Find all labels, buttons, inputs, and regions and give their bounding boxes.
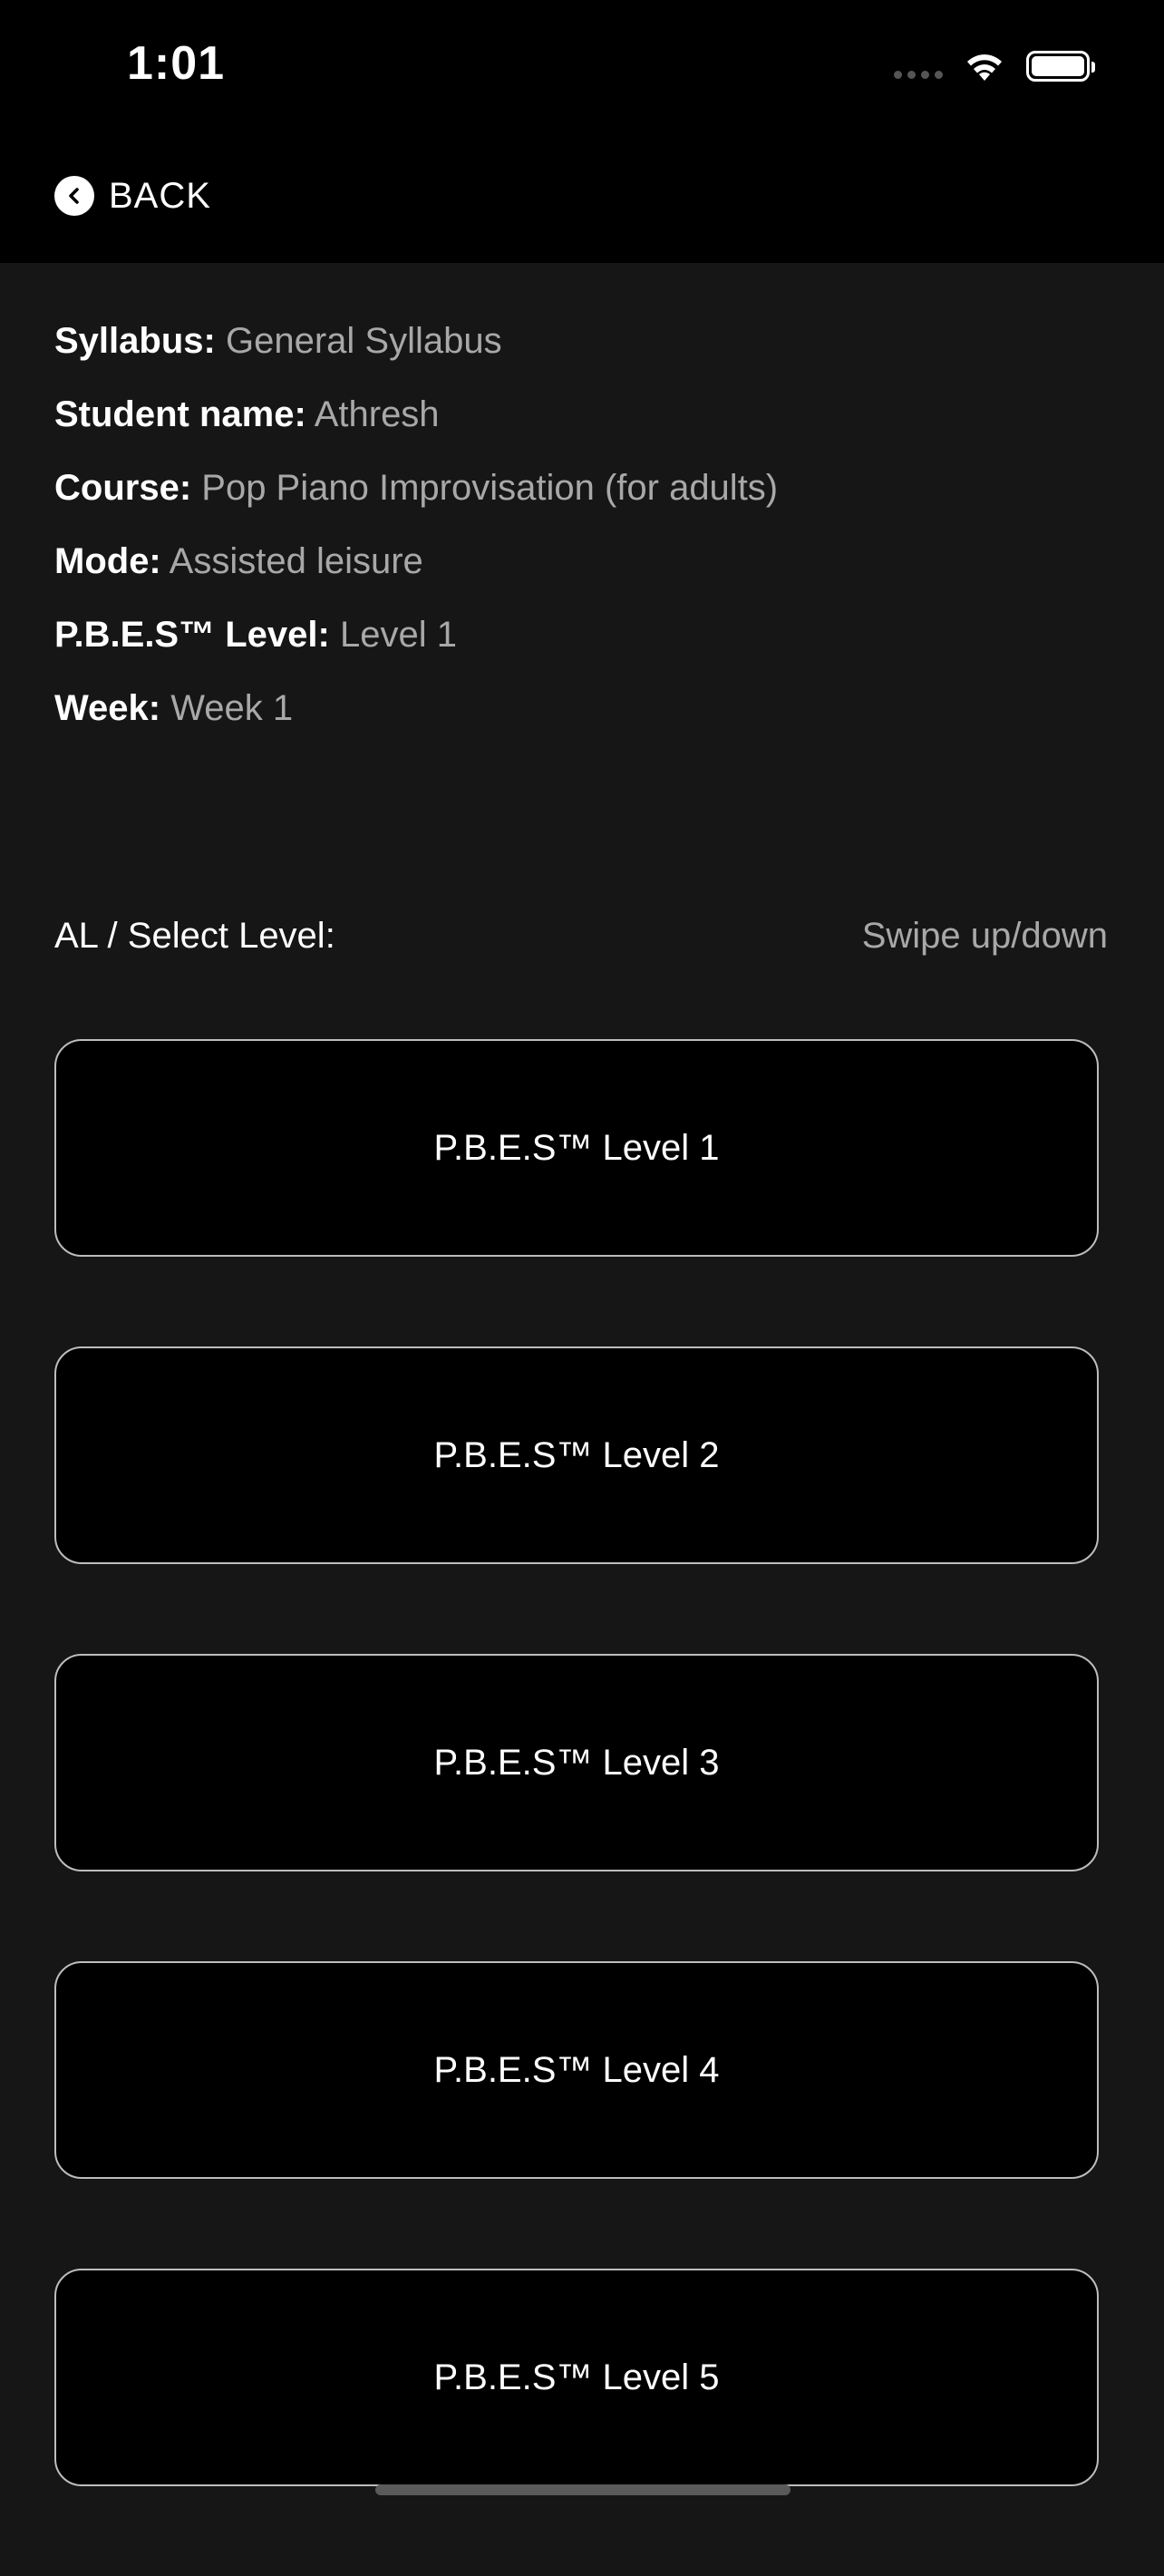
- signal-icon: [894, 70, 943, 79]
- info-key: P.B.E.S™ Level:: [54, 615, 330, 655]
- status-time: 1:01: [127, 37, 226, 90]
- info-value: Level 1: [339, 615, 457, 655]
- info-value: Pop Piano Improvisation (for adults): [201, 468, 779, 508]
- info-value: General Syllabus: [225, 321, 502, 361]
- session-info: Syllabus: General Syllabus Student name:…: [54, 308, 1106, 749]
- info-course: Course: Pop Piano Improvisation (for adu…: [54, 455, 1106, 529]
- info-value: Athresh: [314, 394, 440, 434]
- level-1-button[interactable]: P.B.E.S™ Level 1: [54, 1039, 1099, 1257]
- battery-icon: [1026, 51, 1095, 82]
- info-week: Week: Week 1: [54, 676, 1106, 749]
- wifi-icon: [967, 54, 1002, 81]
- swipe-hint: Swipe up/down: [861, 916, 1108, 956]
- level-3-button[interactable]: P.B.E.S™ Level 3: [54, 1654, 1099, 1871]
- top-bar: 1:01 BACK: [0, 0, 1164, 263]
- info-syllabus: Syllabus: General Syllabus: [54, 308, 1106, 382]
- info-key: Syllabus:: [54, 321, 216, 361]
- level-2-button[interactable]: P.B.E.S™ Level 2: [54, 1346, 1099, 1564]
- chevron-left-circle-icon: [54, 176, 94, 216]
- info-value: Week 1: [170, 688, 294, 728]
- select-level-header: AL / Select Level: Swipe up/down: [54, 916, 1108, 957]
- status-icons: [894, 44, 1095, 89]
- back-button[interactable]: BACK: [54, 170, 211, 221]
- level-4-button[interactable]: P.B.E.S™ Level 4: [54, 1961, 1099, 2179]
- info-key: Course:: [54, 468, 192, 508]
- select-level-label: AL / Select Level:: [54, 916, 335, 956]
- info-key: Week:: [54, 688, 161, 728]
- back-label: BACK: [109, 175, 211, 216]
- level-5-button[interactable]: P.B.E.S™ Level 5: [54, 2269, 1099, 2486]
- level-list[interactable]: P.B.E.S™ Level 1 P.B.E.S™ Level 2 P.B.E.…: [54, 1039, 1099, 2576]
- info-mode: Mode: Assisted leisure: [54, 529, 1106, 602]
- info-value: Assisted leisure: [169, 541, 423, 581]
- home-indicator[interactable]: [375, 2484, 791, 2495]
- info-key: Student name:: [54, 394, 306, 434]
- info-level: P.B.E.S™ Level: Level 1: [54, 602, 1106, 676]
- info-student-name: Student name: Athresh: [54, 382, 1106, 455]
- info-key: Mode:: [54, 541, 161, 581]
